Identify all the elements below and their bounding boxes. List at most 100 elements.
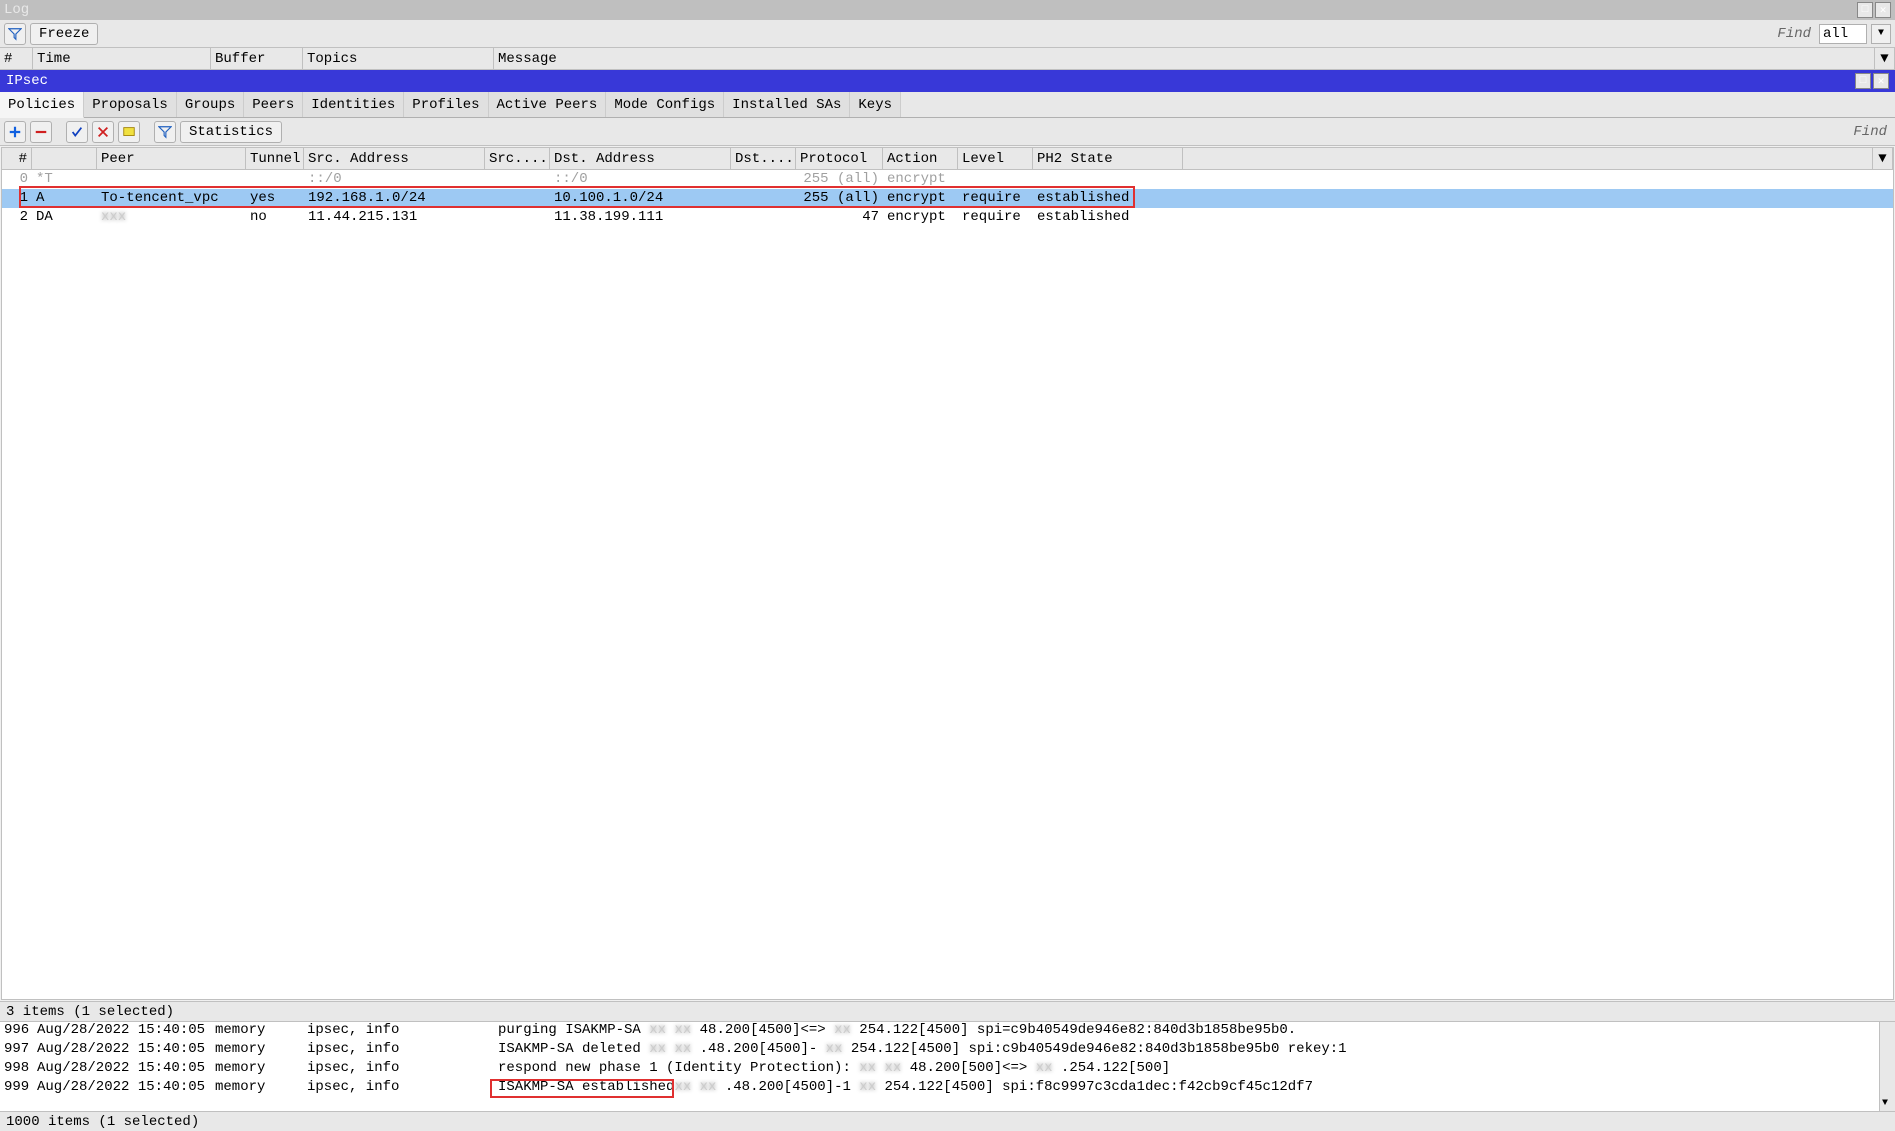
table-row[interactable]: 0*T::/0::/0 255 (all)encrypt <box>2 170 1893 189</box>
tab-identities[interactable]: Identities <box>303 92 404 117</box>
policies-header: # Peer Tunnel Src. Address Src.... Dst. … <box>2 148 1893 170</box>
col-dstp[interactable]: Dst.... <box>731 148 796 169</box>
col-topics[interactable]: Topics <box>303 48 494 69</box>
maximize-icon[interactable]: □ <box>1855 73 1871 89</box>
ipsec-titlebar: IPsec □ ✕ <box>0 70 1895 92</box>
log-buffer: memory <box>211 1022 303 1041</box>
log-topics: ipsec, info <box>303 1041 494 1060</box>
log-message: respond new phase 1 (Identity Protection… <box>494 1060 1895 1079</box>
maximize-icon[interactable]: □ <box>1857 2 1873 18</box>
cell: established <box>1033 189 1183 208</box>
col-ph2[interactable]: PH2 State <box>1033 148 1183 169</box>
enable-icon[interactable] <box>66 121 88 143</box>
cell: 255 (all) <box>796 189 883 208</box>
comment-icon[interactable] <box>118 121 140 143</box>
log-row[interactable]: 997Aug/28/2022 15:40:05memoryipsec, info… <box>0 1041 1895 1060</box>
tab-profiles[interactable]: Profiles <box>404 92 488 117</box>
cell: established <box>1033 208 1183 227</box>
log-time: Aug/28/2022 15:40:05 <box>33 1079 211 1098</box>
remove-icon[interactable] <box>30 121 52 143</box>
col-message[interactable]: Message <box>494 48 1875 69</box>
dropdown-icon[interactable]: ▼ <box>1873 148 1893 169</box>
cell <box>485 170 550 189</box>
cell <box>958 170 1033 189</box>
cell: require <box>958 208 1033 227</box>
funnel-icon[interactable] <box>154 121 176 143</box>
log-row[interactable]: 996Aug/28/2022 15:40:05memoryipsec, info… <box>0 1022 1895 1041</box>
log-toolbar: Freeze Find ▼ <box>0 20 1895 48</box>
log-num: 996 <box>0 1022 33 1041</box>
cell: encrypt <box>883 189 958 208</box>
log-column-headers: # Time Buffer Topics Message ▼ <box>0 48 1895 70</box>
log-row[interactable]: 998Aug/28/2022 15:40:05memoryipsec, info… <box>0 1060 1895 1079</box>
ipsec-title: IPsec <box>6 73 48 89</box>
cell <box>485 208 550 227</box>
policies-table[interactable]: # Peer Tunnel Src. Address Src.... Dst. … <box>1 147 1894 1000</box>
col-flag[interactable] <box>32 148 97 169</box>
close-icon[interactable]: ✕ <box>1873 73 1889 89</box>
col-src[interactable]: Src. Address <box>304 148 485 169</box>
col-action[interactable]: Action <box>883 148 958 169</box>
tab-mode-configs[interactable]: Mode Configs <box>606 92 724 117</box>
col-dst[interactable]: Dst. Address <box>550 148 731 169</box>
tab-active-peers[interactable]: Active Peers <box>489 92 607 117</box>
cell: *T <box>32 170 97 189</box>
col-spacer <box>1183 148 1873 169</box>
col-buffer[interactable]: Buffer <box>211 48 303 69</box>
cell: To-tencent_vpc <box>97 189 246 208</box>
statistics-button[interactable]: Statistics <box>180 121 282 143</box>
log-time: Aug/28/2022 15:40:05 <box>33 1041 211 1060</box>
table-row[interactable]: 1ATo-tencent_vpcyes192.168.1.0/2410.100.… <box>2 189 1893 208</box>
tab-installed-sas[interactable]: Installed SAs <box>724 92 850 117</box>
disable-icon[interactable] <box>92 121 114 143</box>
cell: DA <box>32 208 97 227</box>
col-srcp[interactable]: Src.... <box>485 148 550 169</box>
col-peer[interactable]: Peer <box>97 148 246 169</box>
cell: ::/0 <box>304 170 485 189</box>
ipsec-tabs: PoliciesProposalsGroupsPeersIdentitiesPr… <box>0 92 1895 118</box>
log-status: 1000 items (1 selected) <box>0 1111 1895 1131</box>
log-titlebar: Log □ ✕ <box>0 0 1895 20</box>
tab-keys[interactable]: Keys <box>850 92 901 117</box>
dropdown-icon[interactable]: ▼ <box>1875 48 1895 69</box>
tab-groups[interactable]: Groups <box>177 92 244 117</box>
col-num[interactable]: # <box>2 148 32 169</box>
tab-proposals[interactable]: Proposals <box>84 92 177 117</box>
funnel-icon[interactable] <box>4 23 26 45</box>
col-tunnel[interactable]: Tunnel <box>246 148 304 169</box>
log-buffer: memory <box>211 1041 303 1060</box>
cell: 192.168.1.0/24 <box>304 189 485 208</box>
col-level[interactable]: Level <box>958 148 1033 169</box>
log-row[interactable]: 999Aug/28/2022 15:40:05memoryipsec, info… <box>0 1079 1895 1098</box>
tab-policies[interactable]: Policies <box>0 92 84 118</box>
close-icon[interactable]: ✕ <box>1875 2 1891 18</box>
log-time: Aug/28/2022 15:40:05 <box>33 1060 211 1079</box>
cell: encrypt <box>883 170 958 189</box>
add-icon[interactable] <box>4 121 26 143</box>
log-topics: ipsec, info <box>303 1079 494 1098</box>
cell: yes <box>246 189 304 208</box>
log-entries[interactable]: 996Aug/28/2022 15:40:05memoryipsec, info… <box>0 1021 1895 1111</box>
log-time: Aug/28/2022 15:40:05 <box>33 1022 211 1041</box>
cell <box>1033 170 1183 189</box>
cell: xxx <box>97 208 246 227</box>
tab-peers[interactable]: Peers <box>244 92 303 117</box>
scroll-down-icon[interactable]: ▼ <box>1882 1098 1888 1109</box>
col-time[interactable]: Time <box>33 48 211 69</box>
cell <box>246 170 304 189</box>
cell: 0 <box>2 170 32 189</box>
log-buffer: memory <box>211 1060 303 1079</box>
cell: ::/0 <box>550 170 731 189</box>
cell: 255 (all) <box>796 170 883 189</box>
log-message: ISAKMP-SA deleted xx xx .48.200[4500]- x… <box>494 1041 1895 1060</box>
find-label: Find <box>1849 124 1891 140</box>
cell <box>97 170 246 189</box>
cell: 10.100.1.0/24 <box>550 189 731 208</box>
col-proto[interactable]: Protocol <box>796 148 883 169</box>
dropdown-icon[interactable]: ▼ <box>1871 24 1891 44</box>
find-input[interactable] <box>1819 24 1867 44</box>
table-row[interactable]: 2DAxxxno11.44.215.13111.38.199.11147encr… <box>2 208 1893 227</box>
col-num[interactable]: # <box>0 48 33 69</box>
freeze-button[interactable]: Freeze <box>30 23 98 45</box>
log-topics: ipsec, info <box>303 1060 494 1079</box>
